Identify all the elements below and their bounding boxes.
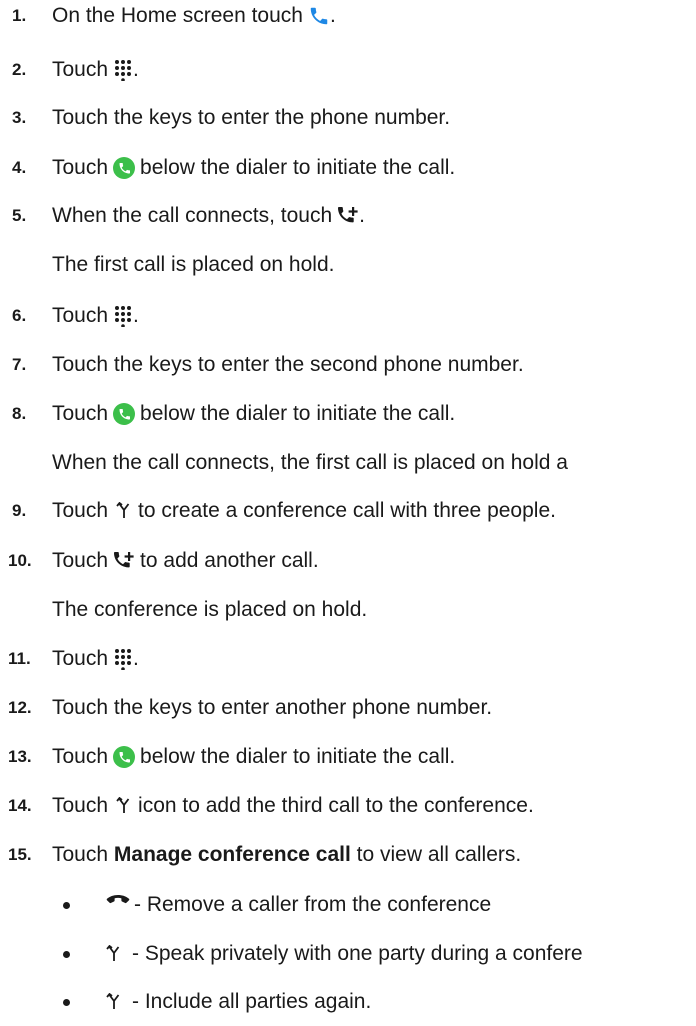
merge-calls-icon [106, 993, 122, 1011]
step-8: 8. Touch below the dialer to initiate th… [0, 401, 455, 427]
step-text: Touch [52, 745, 109, 768]
step-text-end: to create a conference call with three p… [138, 499, 556, 522]
bullet-dot [63, 998, 70, 1006]
bullet-text: - Speak privately with one party during … [132, 942, 583, 965]
step-text: Touch [52, 843, 109, 866]
step-3: 3. Touch the keys to enter the phone num… [0, 105, 450, 131]
step-10: 10. Touch to add another call. [0, 548, 319, 574]
step-text: Touch [52, 499, 109, 522]
step-number: 11. [8, 649, 31, 668]
step-text: Touch [52, 402, 109, 425]
step-4: 4. Touch below the dialer to initiate th… [0, 155, 455, 181]
manage-conference-call-label: Manage conference call [113, 843, 351, 866]
step-text: Touch [52, 156, 109, 179]
step-15: 15. Touch Manage conference call to view… [0, 842, 521, 868]
step-note: The first call is placed on hold. [52, 252, 334, 278]
step-text-end: . [133, 647, 139, 670]
step-9: 9. Touch to create a conference call wit… [0, 498, 556, 524]
bullet-text: - Include all parties again. [132, 990, 372, 1013]
merge-calls-icon [106, 945, 122, 963]
step-text-end: below the dialer to initiate the call. [140, 745, 456, 768]
step-text-end: icon to add the third call to the confer… [138, 794, 534, 817]
note-text: When the call connects, the first call i… [52, 451, 568, 474]
bullet-text: - Remove a caller from the conference [134, 893, 492, 916]
step-1: 1. On the Home screen touch . [0, 3, 336, 29]
step-text-end: . [133, 304, 139, 327]
end-call-icon [106, 893, 130, 907]
step-14: 14. Touch icon to add the third call to … [0, 793, 534, 819]
step-text: Touch [52, 549, 109, 572]
step-number: 4. [12, 158, 27, 177]
step-note: The conference is placed on hold. [52, 597, 367, 623]
step-text: Touch the keys to enter the second phone… [52, 353, 524, 376]
step-number: 8. [12, 404, 27, 423]
step-number: 10. [8, 551, 32, 570]
step-text: On the Home screen touch [52, 4, 303, 27]
step-6: 6. Touch . [0, 303, 139, 329]
step-text-end: to view all callers. [356, 843, 522, 866]
call-button-icon [113, 157, 136, 179]
step-5: 5. When the call connects, touch . [0, 203, 365, 229]
step-text: When the call connects, touch [52, 204, 333, 227]
step-2: 2. Touch . [0, 57, 139, 83]
note-text: The first call is placed on hold. [52, 253, 335, 276]
step-number: 2. [12, 60, 27, 79]
bullet-dot [63, 950, 70, 958]
step-text: Touch [52, 58, 109, 81]
step-number: 9. [12, 501, 27, 520]
step-11: 11. Touch . [0, 646, 139, 672]
step-text-end: to add another call. [140, 549, 319, 572]
add-call-icon [113, 551, 135, 571]
step-7: 7. Touch the keys to enter the second ph… [0, 352, 524, 378]
step-text-end: . [329, 4, 336, 27]
step-13: 13. Touch below the dialer to initiate t… [0, 744, 455, 770]
bullet-item: - Speak privately with one party during … [0, 941, 583, 967]
bullet-item: - Remove a caller from the conference [0, 892, 491, 918]
merge-calls-icon [116, 502, 132, 520]
call-button-icon [113, 746, 136, 768]
step-text: Touch [52, 304, 109, 327]
dialpad-icon [113, 305, 133, 327]
step-text: Touch [52, 794, 109, 817]
dialpad-icon [113, 59, 133, 81]
bullet-dot [63, 901, 70, 909]
step-number: 5. [12, 206, 27, 225]
step-number: 14. [8, 796, 32, 815]
step-text-end: . [359, 204, 366, 227]
bullet-item: - Include all parties again. [0, 989, 371, 1015]
step-note: When the call connects, the first call i… [52, 450, 568, 476]
step-number: 6. [12, 306, 27, 325]
step-12: 12. Touch the keys to enter another phon… [0, 695, 492, 721]
step-number: 13. [8, 747, 32, 766]
step-number: 1. [12, 6, 27, 25]
step-number: 7. [12, 355, 27, 374]
dialpad-icon [113, 648, 133, 670]
note-text: The conference is placed on hold. [52, 598, 368, 621]
call-button-icon [113, 403, 136, 425]
add-call-icon [337, 206, 359, 226]
step-text-end: . [133, 58, 139, 81]
step-text-end: below the dialer to initiate the call. [140, 402, 456, 425]
step-text: Touch the keys to enter another phone nu… [52, 696, 493, 719]
merge-calls-icon [116, 797, 132, 815]
step-number: 12. [8, 698, 32, 717]
step-text: Touch the keys to enter the phone number… [52, 106, 451, 129]
step-text-end: below the dialer to initiate the call. [140, 156, 456, 179]
step-number: 15. [8, 845, 32, 864]
step-text: Touch [52, 647, 109, 670]
phone-handset-icon [308, 5, 330, 27]
step-number: 3. [12, 108, 27, 127]
